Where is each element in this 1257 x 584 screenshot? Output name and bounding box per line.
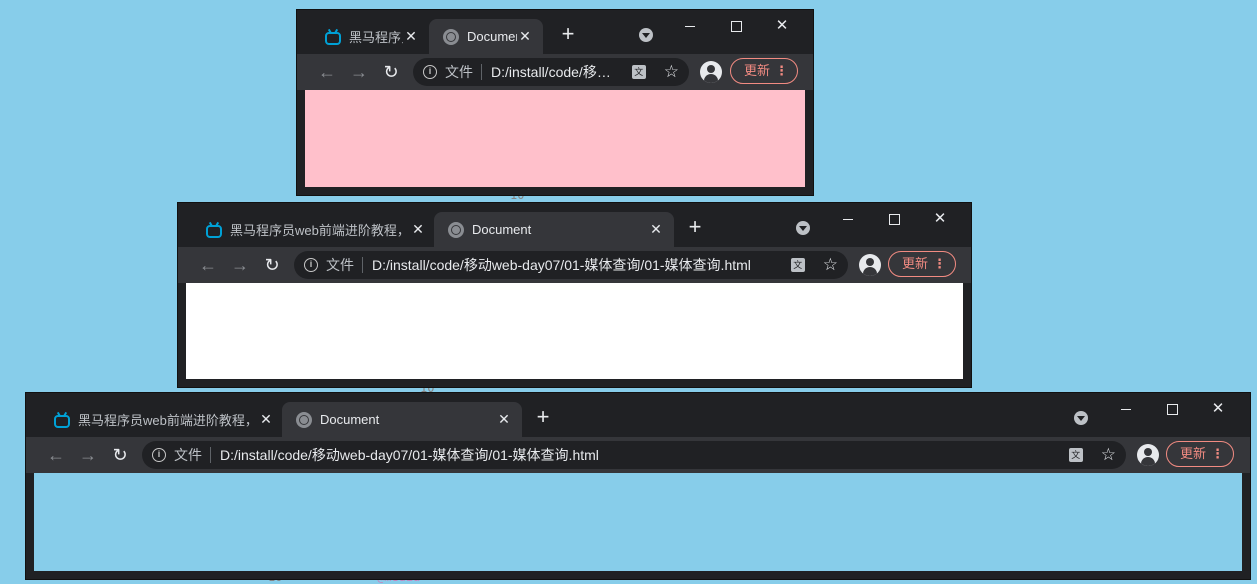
bookmark-star-icon[interactable]: ☆ [823, 255, 838, 275]
tab-strip: 黑马程序员web前端进阶教程，前 ✕ Document ✕ + ✕ [26, 393, 1250, 437]
back-button[interactable]: ← [315, 60, 339, 84]
update-label: 更新 [744, 63, 771, 78]
forward-button[interactable]: → [76, 443, 100, 467]
tab-title: Document [320, 412, 380, 427]
tab-title: 黑马程序员web前端进阶教程，前 [349, 30, 403, 45]
info-icon[interactable]: i [152, 448, 166, 462]
toolbar: ← → ↻ i 文件 D:/install/code/移动web-day07/0… [297, 54, 813, 90]
more-menu-icon[interactable]: ⋮ [933, 252, 946, 276]
bookmark-star-icon[interactable]: ☆ [1101, 445, 1116, 465]
tab-strip: 黑马程序员web前端进阶教程，前 ✕ Document ✕ + ✕ [297, 10, 813, 54]
close-tab-icon[interactable]: ✕ [517, 28, 533, 45]
translate-icon[interactable]: 文 [1068, 448, 1083, 462]
close-tab-icon[interactable]: ✕ [410, 221, 426, 238]
globe-icon [443, 28, 459, 45]
update-button[interactable]: 更新 ⋮ [888, 251, 956, 277]
tab-document[interactable]: Document ✕ [429, 19, 543, 54]
tab-search-icon[interactable] [796, 221, 810, 235]
minimize-button[interactable] [825, 205, 871, 233]
scheme-chip: 文件 [326, 257, 363, 273]
reload-button[interactable]: ↻ [379, 60, 403, 84]
browser-window-medium: 黑马程序员web前端进阶教程，前 ✕ Document ✕ + ✕ ← → ↻ … [178, 203, 971, 387]
browser-window-small: 黑马程序员web前端进阶教程，前 ✕ Document ✕ + ✕ ← → ↻ … [297, 10, 813, 195]
reload-button[interactable]: ↻ [108, 443, 132, 467]
new-tab-button[interactable]: + [682, 215, 708, 241]
url-text[interactable]: D:/install/code/移动web-day07/01-媒体查询/01-媒… [372, 255, 783, 275]
browser-window-large: 黑马程序员web前端进阶教程，前 ✕ Document ✕ + ✕ ← → ↻ … [26, 393, 1250, 579]
more-menu-icon[interactable]: ⋮ [1211, 442, 1224, 466]
info-icon[interactable]: i [423, 65, 437, 79]
tab-bilibili[interactable]: 黑马程序员web前端进阶教程，前 ✕ [311, 19, 429, 54]
bilibili-icon [325, 31, 341, 45]
update-label: 更新 [902, 256, 929, 271]
tab-search-icon[interactable] [1074, 411, 1088, 425]
profile-avatar-icon[interactable] [700, 61, 722, 83]
update-button[interactable]: 更新 ⋮ [730, 58, 798, 84]
translate-icon[interactable]: 文 [790, 258, 805, 272]
tab-document[interactable]: Document ✕ [282, 402, 522, 437]
maximize-button[interactable] [713, 12, 759, 40]
address-bar[interactable]: i 文件 D:/install/code/移动web-day07/01-媒体查询… [142, 441, 1126, 469]
back-button[interactable]: ← [196, 253, 220, 277]
tab-title: Document [472, 222, 532, 237]
globe-icon [448, 221, 464, 238]
profile-avatar-icon[interactable] [859, 254, 881, 276]
url-text[interactable]: D:/install/code/移动web-day07/01-媒体查询/01-媒… [220, 445, 1061, 465]
new-tab-button[interactable]: + [530, 405, 556, 431]
update-label: 更新 [1180, 446, 1207, 461]
back-button[interactable]: ← [44, 443, 68, 467]
tab-title: 黑马程序员web前端进阶教程，前 [78, 413, 258, 428]
close-tab-icon[interactable]: ✕ [403, 28, 419, 45]
tab-title: Document [467, 29, 517, 44]
tab-title: 黑马程序员web前端进阶教程，前 [230, 223, 410, 238]
scheme-chip: 文件 [445, 64, 482, 80]
tab-document[interactable]: Document ✕ [434, 212, 674, 247]
minimize-button[interactable] [667, 12, 713, 40]
close-tab-icon[interactable]: ✕ [496, 411, 512, 428]
profile-avatar-icon[interactable] [1137, 444, 1159, 466]
tab-bilibili[interactable]: 黑马程序员web前端进阶教程，前 ✕ [192, 212, 436, 247]
new-tab-button[interactable]: + [555, 22, 581, 48]
reload-button[interactable]: ↻ [260, 253, 284, 277]
bookmark-star-icon[interactable]: ☆ [664, 62, 679, 82]
url-text[interactable]: D:/install/code/移动web-day07/01-媒体查询/01-媒… [491, 62, 624, 82]
info-icon[interactable]: i [304, 258, 318, 272]
maximize-button[interactable] [1149, 395, 1195, 423]
address-bar[interactable]: i 文件 D:/install/code/移动web-day07/01-媒体查询… [413, 58, 689, 86]
bilibili-icon [206, 224, 222, 238]
toolbar: ← → ↻ i 文件 D:/install/code/移动web-day07/0… [26, 437, 1250, 473]
forward-button[interactable]: → [228, 253, 252, 277]
minimize-button[interactable] [1103, 395, 1149, 423]
page-viewport [186, 283, 963, 379]
close-window-button[interactable]: ✕ [1195, 395, 1241, 423]
tab-strip: 黑马程序员web前端进阶教程，前 ✕ Document ✕ + ✕ [178, 203, 971, 247]
address-bar[interactable]: i 文件 D:/install/code/移动web-day07/01-媒体查询… [294, 251, 848, 279]
page-viewport [305, 90, 805, 187]
page-viewport [34, 473, 1242, 571]
globe-icon [296, 411, 312, 428]
tab-search-icon[interactable] [639, 28, 653, 42]
more-menu-icon[interactable]: ⋮ [775, 59, 788, 83]
toolbar: ← → ↻ i 文件 D:/install/code/移动web-day07/0… [178, 247, 971, 283]
bilibili-icon [54, 414, 70, 428]
close-window-button[interactable]: ✕ [917, 205, 963, 233]
close-tab-icon[interactable]: ✕ [258, 411, 274, 428]
tab-bilibili[interactable]: 黑马程序员web前端进阶教程，前 ✕ [40, 402, 284, 437]
close-window-button[interactable]: ✕ [759, 12, 805, 40]
close-tab-icon[interactable]: ✕ [648, 221, 664, 238]
scheme-chip: 文件 [174, 447, 211, 463]
maximize-button[interactable] [871, 205, 917, 233]
update-button[interactable]: 更新 ⋮ [1166, 441, 1234, 467]
translate-icon[interactable]: 文 [631, 65, 646, 79]
forward-button[interactable]: → [347, 60, 371, 84]
